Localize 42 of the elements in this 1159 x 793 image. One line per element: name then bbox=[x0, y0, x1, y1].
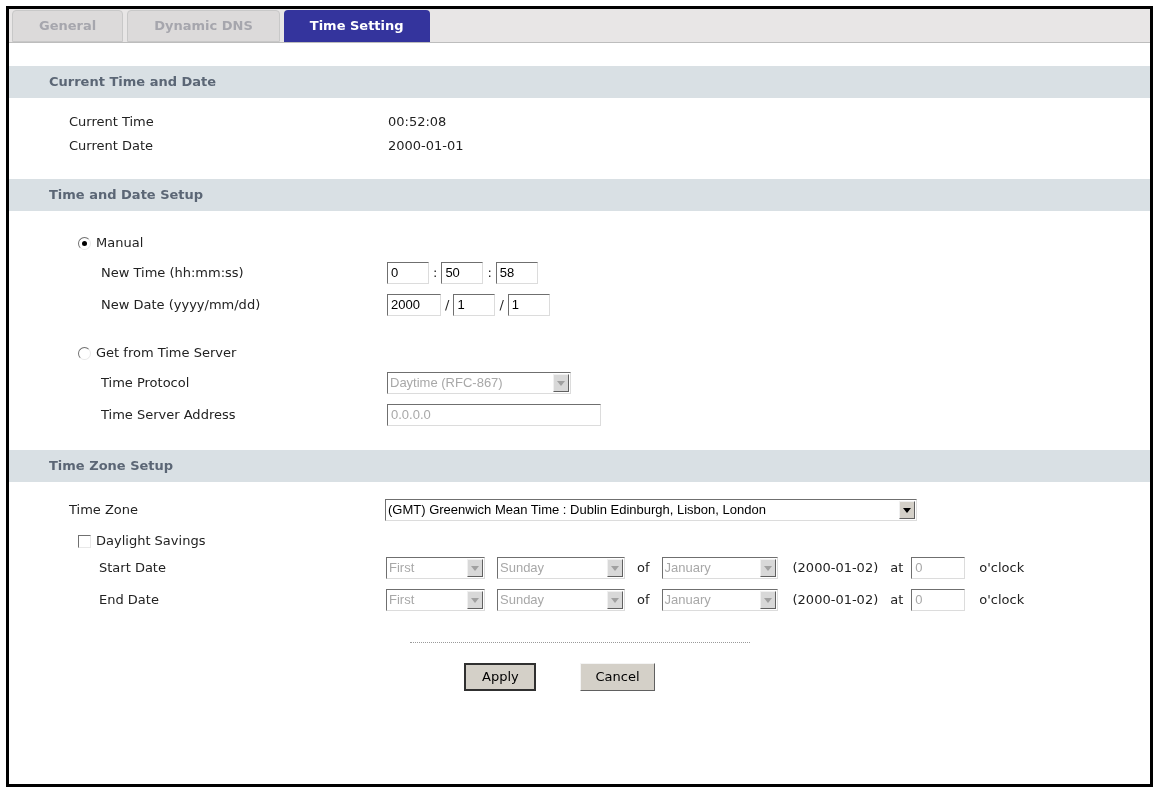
field-label: Current Time bbox=[69, 113, 155, 132]
connector-text: at bbox=[890, 591, 904, 610]
dropdown[interactable]: (GMT) Greenwich Mean Time : Dublin Edinburgh, Lisbon, London bbox=[385, 499, 917, 521]
date-text: (2000-01-02) bbox=[792, 591, 879, 610]
checkbox[interactable] bbox=[78, 534, 91, 548]
radio-button[interactable] bbox=[78, 346, 91, 360]
separator: : bbox=[433, 264, 438, 283]
field-value: 00:52:08 bbox=[388, 113, 447, 132]
field-label: Time Server Address bbox=[101, 406, 237, 425]
section-header: Current Time and Date bbox=[9, 66, 1150, 98]
field-label: Start Date bbox=[99, 559, 167, 578]
field-label: Current Date bbox=[69, 137, 155, 156]
field-label: New Date (yyyy/mm/dd) bbox=[101, 296, 262, 315]
unit-text: o'clock bbox=[979, 591, 1025, 610]
input-field[interactable]: 50 bbox=[441, 262, 484, 284]
field-label: Time Protocol bbox=[101, 374, 191, 393]
separator: / bbox=[499, 296, 504, 315]
action-button[interactable]: Apply bbox=[464, 663, 537, 691]
action-button[interactable]: Cancel bbox=[580, 663, 655, 691]
field-label: End Date bbox=[99, 591, 160, 610]
field-label: New Time (hh:mm:ss) bbox=[101, 264, 245, 283]
connector-text: at bbox=[890, 559, 904, 578]
connector-text: of bbox=[637, 591, 650, 610]
input-field[interactable]: 0 bbox=[387, 262, 429, 284]
unit-text: o'clock bbox=[979, 559, 1025, 578]
separator: : bbox=[487, 264, 492, 283]
radio-label: Manual bbox=[96, 234, 144, 253]
separator: / bbox=[445, 296, 450, 315]
section-header: Time and Date Setup bbox=[9, 179, 1150, 211]
connector-text: of bbox=[637, 559, 650, 578]
field-label: Time Zone bbox=[69, 501, 140, 520]
input-field[interactable]: 2000 bbox=[387, 294, 441, 316]
date-text: (2000-01-02) bbox=[792, 559, 879, 578]
checkbox-label: Daylight Savings bbox=[96, 532, 206, 551]
input-field[interactable]: 1 bbox=[453, 294, 496, 316]
input-field[interactable]: 58 bbox=[495, 262, 538, 284]
section-header: Time Zone Setup bbox=[9, 450, 1150, 482]
input-field[interactable]: 1 bbox=[507, 294, 550, 316]
radio-button[interactable] bbox=[78, 236, 91, 250]
radio-label: Get from Time Server bbox=[96, 344, 237, 363]
tab[interactable]: Time Setting bbox=[283, 10, 430, 42]
field-value: 2000-01-01 bbox=[388, 137, 464, 156]
